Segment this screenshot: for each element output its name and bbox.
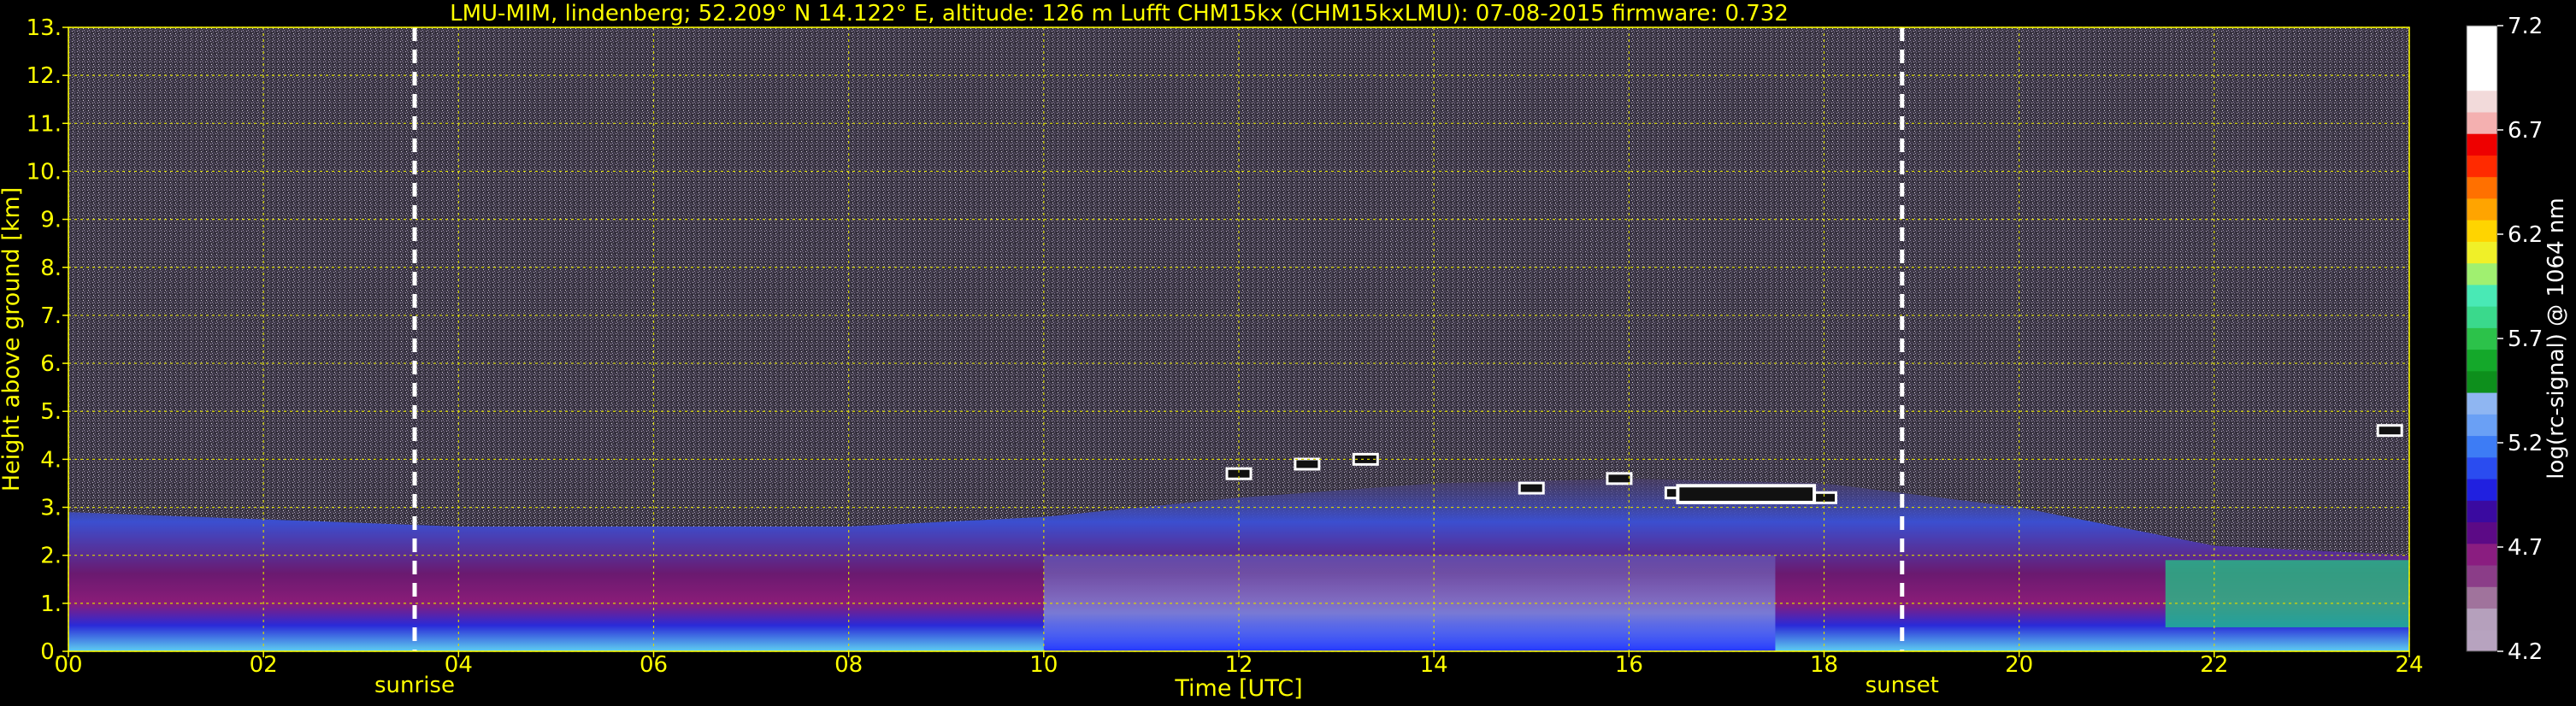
colorbar-segment bbox=[2467, 68, 2497, 91]
colorbar-segment bbox=[2467, 155, 2497, 178]
colorbar-segment bbox=[2467, 586, 2497, 609]
colorbar-segment bbox=[2467, 284, 2497, 307]
colorbar-tick-label: 6.7 bbox=[2508, 118, 2543, 144]
y-tick-label: 4. bbox=[40, 447, 62, 473]
colorbar-segment bbox=[2467, 608, 2497, 631]
x-tick-label: 24 bbox=[2395, 652, 2423, 678]
residual-layer-signal bbox=[2165, 560, 2409, 627]
ceilometer-chart: sunrise sunset00 02 04 06 08 10 12 14 16 18 20 22 240… bbox=[0, 1, 2569, 702]
x-tick-label: 16 bbox=[1615, 652, 1643, 678]
colorbar-segment bbox=[2467, 543, 2497, 566]
cloud-return bbox=[1606, 472, 1633, 485]
colorbar-segment bbox=[2467, 241, 2497, 264]
colorbar-segment bbox=[2467, 435, 2497, 458]
sunset-label: sunset bbox=[1866, 673, 1939, 698]
y-tick-label: 11. bbox=[27, 111, 62, 137]
y-tick-label: 3. bbox=[40, 496, 62, 521]
y-tick-label: 12. bbox=[27, 63, 62, 89]
colorbar-segment bbox=[2467, 414, 2497, 437]
x-tick-label: 20 bbox=[2005, 652, 2033, 678]
colorbar-segment bbox=[2467, 565, 2497, 587]
colorbar-tick-label: 6.2 bbox=[2508, 222, 2543, 248]
colorbar-segment bbox=[2467, 220, 2497, 242]
colorbar-tick-label: 7.2 bbox=[2508, 14, 2543, 39]
colorbar-segment bbox=[2467, 111, 2497, 134]
colorbar-label: log(rc-signal) @ 1064 nm bbox=[2544, 197, 2569, 479]
colorbar-segment bbox=[2467, 327, 2497, 350]
colorbar-segment bbox=[2467, 456, 2497, 479]
chart-title: LMU-MIM, lindenberg; 52.209° N 14.122° E… bbox=[450, 1, 1789, 26]
y-tick-label: 9. bbox=[40, 208, 62, 233]
colorbar-segment bbox=[2467, 306, 2497, 328]
colorbar-segment bbox=[2467, 176, 2497, 199]
y-tick-label: 0. bbox=[40, 639, 62, 665]
colorbar-segment bbox=[2467, 349, 2497, 372]
x-tick-label: 12 bbox=[1224, 652, 1253, 678]
colorbar-segment bbox=[2467, 479, 2497, 501]
cloud-return bbox=[1294, 457, 1321, 471]
colorbar-segment bbox=[2467, 392, 2497, 415]
cloud-return bbox=[2376, 424, 2403, 438]
x-tick-label: 04 bbox=[445, 652, 473, 678]
x-axis-label: Time [UTC] bbox=[1174, 675, 1302, 702]
x-tick-label: 06 bbox=[640, 652, 668, 678]
x-tick-label: 10 bbox=[1029, 652, 1058, 678]
y-tick-label: 2. bbox=[40, 544, 62, 569]
colorbar-segment bbox=[2467, 629, 2497, 652]
sunrise-label: sunrise bbox=[374, 673, 455, 698]
colorbar-segment bbox=[2467, 521, 2497, 544]
colorbar-segment bbox=[2467, 133, 2497, 156]
y-tick-label: 6. bbox=[40, 351, 62, 377]
colorbar-segment bbox=[2467, 500, 2497, 523]
y-tick-label: 10. bbox=[27, 159, 62, 185]
x-tick-label: 14 bbox=[1420, 652, 1448, 678]
colorbar: 4.2 4.7 5.2 5.7 6.2 6.7 7.2 log(rc-signal) @ 10… bbox=[2466, 14, 2569, 665]
y-tick-label: 5. bbox=[40, 399, 62, 425]
colorbar-segment bbox=[2467, 26, 2497, 48]
y-tick-label: 13. bbox=[27, 15, 62, 41]
colorbar-segment bbox=[2467, 262, 2497, 285]
cloud-deck bbox=[1676, 484, 1817, 504]
colorbar-segment bbox=[2467, 370, 2497, 393]
x-tick-label: 22 bbox=[2200, 652, 2228, 678]
colorbar-tick-label: 5.7 bbox=[2508, 327, 2543, 352]
cloud-return bbox=[1518, 481, 1545, 495]
y-tick-label: 7. bbox=[40, 303, 62, 329]
x-tick-label: 18 bbox=[1810, 652, 1838, 678]
colorbar-tick-label: 4.7 bbox=[2508, 535, 2543, 561]
x-tick-label: 08 bbox=[834, 652, 863, 678]
colorbar-segment bbox=[2467, 47, 2497, 69]
colorbar-segment bbox=[2467, 90, 2497, 113]
y-tick-label: 8. bbox=[40, 256, 62, 281]
y-tick-label: 1. bbox=[40, 591, 62, 617]
x-tick-label: 02 bbox=[250, 652, 278, 678]
colorbar-tick-label: 4.2 bbox=[2508, 639, 2543, 665]
colorbar-segment bbox=[2467, 197, 2497, 221]
colorbar-tick-label: 5.2 bbox=[2508, 431, 2543, 456]
y-axis-label: Height above ground [km] bbox=[0, 187, 25, 491]
